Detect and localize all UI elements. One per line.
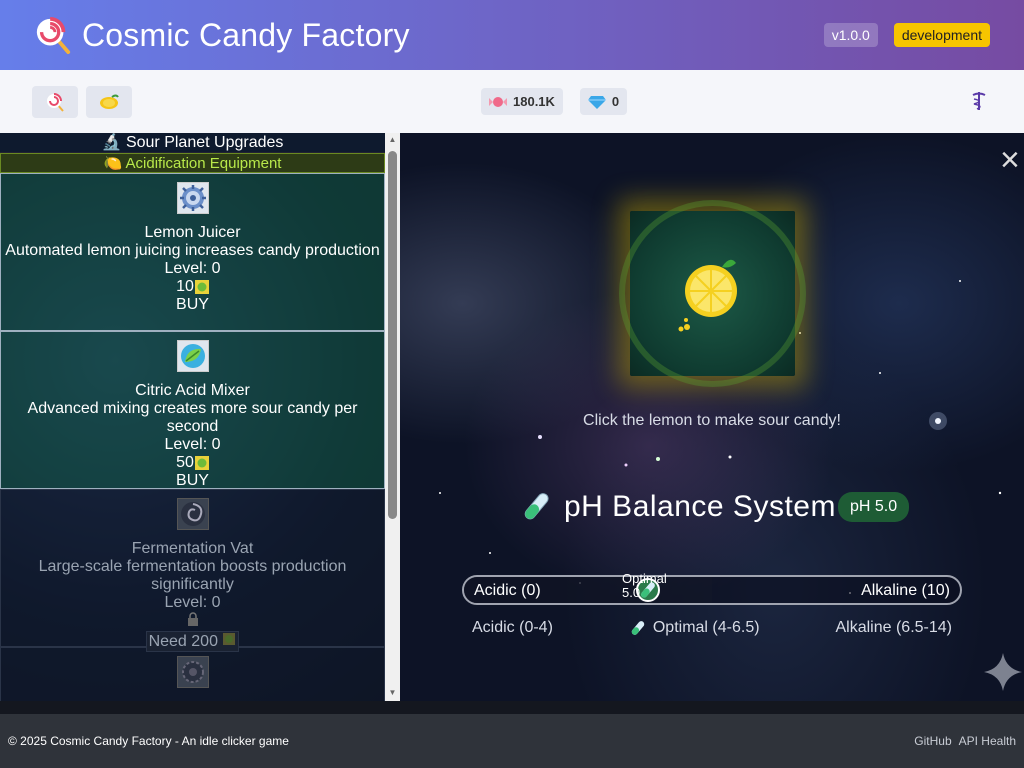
lollipop-icon bbox=[36, 16, 71, 54]
ph-badge: pH 5.0 bbox=[837, 492, 910, 522]
cost-value: 10 bbox=[176, 278, 194, 295]
candy-count: 180.1K bbox=[513, 94, 555, 109]
upgrade-level: Level: 0 bbox=[164, 436, 221, 453]
upgrade-name: Fermentation Vat bbox=[131, 540, 254, 557]
copyright-text: © 2025 Cosmic Candy Factory - An idle cl… bbox=[8, 734, 289, 748]
upgrade-description: Automated lemon juicing increases candy … bbox=[5, 242, 380, 259]
legend-acidic: Acidic (0-4) bbox=[472, 619, 553, 636]
upgrade-cost: 50 bbox=[1, 454, 384, 472]
footer: © 2025 Cosmic Candy Factory - An idle cl… bbox=[0, 714, 1024, 768]
leaf-orb-icon bbox=[176, 340, 209, 372]
lock-icon bbox=[1, 612, 384, 631]
scroll-up-arrow[interactable]: ▲ bbox=[388, 135, 397, 144]
github-link[interactable]: GitHub bbox=[914, 734, 951, 748]
sidebar-scrollbar[interactable]: ▲ ▼ bbox=[385, 133, 400, 701]
game-area: × Click the lemon to make sour candy! pH… bbox=[400, 133, 1024, 701]
swirl-icon bbox=[176, 498, 209, 530]
scroll-down-arrow[interactable]: ▼ bbox=[388, 688, 397, 697]
app-title: Cosmic Candy Factory bbox=[82, 16, 410, 53]
app-header: Cosmic Candy Factory v1.0.0 development bbox=[0, 0, 1024, 70]
test-tube-icon bbox=[631, 621, 645, 635]
category-title: 🍋 Acidification Equipment bbox=[0, 153, 385, 173]
need-cost-label: Need 200 bbox=[145, 631, 240, 652]
upgrade-name: Citric Acid Mixer bbox=[135, 382, 250, 399]
candy-icon bbox=[489, 96, 507, 107]
upgrades-sidebar: 🔬 Sour Planet Upgrades 🍋 Acidification E… bbox=[0, 133, 400, 701]
gem-count: 0 bbox=[611, 94, 620, 109]
gem-currency: 0 bbox=[579, 88, 628, 115]
buy-button[interactable]: BUY bbox=[1, 296, 384, 314]
panel-title: 🔬 Sour Planet Upgrades bbox=[0, 133, 385, 153]
version-badge: v1.0.0 bbox=[823, 23, 878, 47]
settings-button[interactable] bbox=[968, 90, 990, 112]
ph-slider[interactable]: Acidic (0) Alkaline (10) Optimal 5.0 bbox=[462, 571, 962, 605]
ph-title: pH Balance System bbox=[564, 490, 836, 523]
lemon-click-button[interactable] bbox=[619, 200, 806, 387]
lemon-icon bbox=[678, 259, 737, 332]
sour-coin-icon bbox=[194, 280, 209, 294]
ph-header: pH Balance System pH 5.0 bbox=[518, 489, 910, 525]
sour-coin-icon bbox=[223, 633, 236, 645]
environment-badge: development bbox=[893, 23, 990, 47]
close-button[interactable]: × bbox=[1000, 143, 1024, 177]
upgrades-panel: 🔬 Sour Planet Upgrades 🍋 Acidification E… bbox=[0, 133, 385, 701]
upgrade-card-citric-acid-mixer[interactable]: Citric Acid Mixer Advanced mixing create… bbox=[0, 331, 385, 489]
gear-icon bbox=[176, 182, 209, 214]
upgrade-card-fermentation-vat: Fermentation Vat Large-scale fermentatio… bbox=[0, 489, 385, 652]
candy-planet-button[interactable] bbox=[32, 85, 78, 118]
gem-icon bbox=[587, 95, 606, 109]
sparkle-icon bbox=[984, 653, 1022, 691]
sparkle-gear-icon bbox=[176, 656, 209, 688]
sour-planet-button[interactable] bbox=[86, 85, 132, 118]
candy-currency: 180.1K bbox=[481, 88, 563, 115]
lollipop-icon bbox=[47, 92, 64, 112]
upgrade-level: Level: 0 bbox=[164, 594, 221, 611]
ph-legend: Acidic (0-4) Optimal (4-6.5) Alkaline (6… bbox=[472, 619, 952, 637]
slider-min-label: Acidic (0) bbox=[474, 582, 541, 599]
currency-display: 180.1K 0 bbox=[481, 88, 628, 115]
slider-max-label: Alkaline (10) bbox=[861, 582, 950, 599]
upgrade-card-lemon-juicer[interactable]: Lemon Juicer Automated lemon juicing inc… bbox=[0, 173, 385, 331]
slider-optimal-label: Optimal 5.0 bbox=[622, 571, 667, 600]
cost-value: 50 bbox=[176, 454, 194, 471]
upgrade-description: Large-scale fermentation boosts producti… bbox=[38, 558, 347, 593]
legend-alkaline: Alkaline (6.5-14) bbox=[835, 619, 952, 636]
sour-coin-icon bbox=[194, 456, 209, 470]
footer-divider bbox=[0, 701, 1024, 714]
lemon-icon bbox=[100, 94, 119, 109]
upgrade-description: Advanced mixing creates more sour candy … bbox=[27, 400, 358, 435]
buy-button[interactable]: BUY bbox=[1, 472, 384, 490]
legend-optimal: Optimal (4-6.5) bbox=[629, 619, 760, 637]
upgrade-name: Lemon Juicer bbox=[144, 224, 241, 241]
upgrade-level: Level: 0 bbox=[164, 260, 221, 277]
caduceus-icon bbox=[972, 92, 986, 110]
scroll-thumb[interactable] bbox=[388, 151, 397, 519]
test-tube-icon bbox=[524, 493, 549, 520]
api-health-link[interactable]: API Health bbox=[959, 734, 1016, 748]
upgrade-card-next-locked bbox=[0, 647, 385, 701]
top-toolbar: 180.1K 0 bbox=[0, 70, 1024, 133]
upgrade-cost: 10 bbox=[1, 278, 384, 296]
click-hint: Click the lemon to make sour candy! bbox=[583, 412, 841, 429]
